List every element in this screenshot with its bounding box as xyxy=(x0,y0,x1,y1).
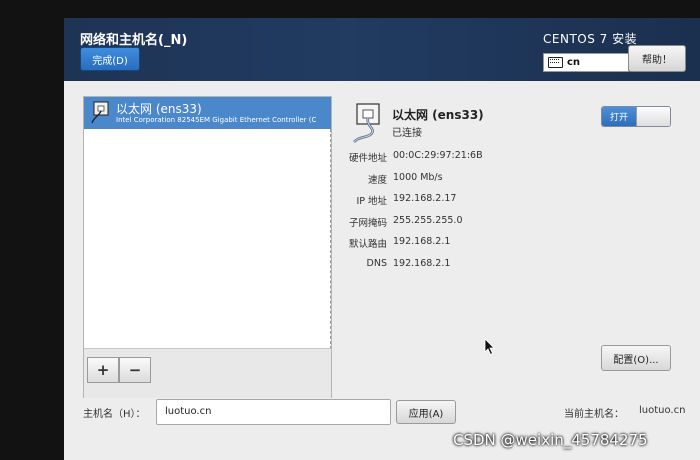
device-details: 硬件地址 00:0C:29:97:21:6B 速度 1000 Mb/s IP 地… xyxy=(334,150,594,279)
apply-button[interactable]: 应用(A) xyxy=(396,400,456,424)
remove-connection-button[interactable]: − xyxy=(119,357,151,383)
current-hostname-label: 当前主机名： xyxy=(564,409,624,420)
keyboard-layout-indicator[interactable]: cn xyxy=(543,53,629,72)
detail-value: 00:0C:29:97:21:6B xyxy=(393,150,483,161)
toggle-on-label: 打开 xyxy=(602,107,636,126)
detail-label: 硬件地址 xyxy=(348,153,387,164)
ethernet-device-icon xyxy=(353,103,380,143)
detail-row-ip-address: IP 地址 192.168.2.17 xyxy=(334,193,594,215)
detail-value: 255.255.255.0 xyxy=(393,214,463,226)
connection-name: 以太网 (ens33) xyxy=(116,102,202,116)
device-name: 以太网 (ens33) xyxy=(392,108,484,122)
done-button[interactable]: 完成(D) xyxy=(80,47,140,71)
ethernet-icon xyxy=(91,101,109,124)
detail-value: 1000 Mb/s xyxy=(393,171,443,183)
connection-list: 以太网 (ens33) Intel Corporation 82545EM Gi… xyxy=(83,96,332,398)
header-bar: 网络和主机名(_N) 完成(D) CENTOS 7 安装 cn 帮助！ xyxy=(64,18,700,81)
keyboard-icon xyxy=(548,57,563,68)
detail-label: IP 地址 xyxy=(356,196,387,207)
detail-row-default-route: 默认路由 192.168.2.1 xyxy=(334,236,594,258)
page-title: 网络和主机名(_N) xyxy=(80,33,188,48)
detail-label: DNS xyxy=(366,257,387,269)
installer-window: 网络和主机名(_N) 完成(D) CENTOS 7 安装 cn 帮助！ 以太网 … xyxy=(64,18,700,460)
watermark: CSDN @weixin_45784275 xyxy=(453,431,648,449)
device-status: 已连接 xyxy=(392,128,422,139)
toggle-knob[interactable] xyxy=(636,107,670,126)
detail-value: 192.168.2.1 xyxy=(393,257,451,269)
list-empty-area xyxy=(84,129,331,365)
product-title: CENTOS 7 安装 xyxy=(543,32,638,46)
detail-label: 子网掩码 xyxy=(348,217,387,229)
detail-value: 192.168.2.17 xyxy=(393,193,457,204)
connection-description: Intel Corporation 82545EM Gigabit Ethern… xyxy=(116,116,317,124)
detail-label: 默认路由 xyxy=(348,239,387,250)
hostname-input[interactable]: luotuo.cn xyxy=(156,399,391,425)
hostname-label: 主机名（H）： xyxy=(83,409,146,420)
current-hostname-value: luotuo.cn xyxy=(639,405,686,416)
add-connection-button[interactable]: + xyxy=(87,357,119,383)
configure-button[interactable]: 配置(O)... xyxy=(601,345,671,371)
detail-row-hardware-address: 硬件地址 00:0C:29:97:21:6B xyxy=(334,150,594,172)
mouse-cursor-icon xyxy=(484,338,495,356)
detail-row-dns: DNS 192.168.2.1 xyxy=(334,258,594,280)
detail-label: 速度 xyxy=(367,174,387,186)
list-toolbar: + − xyxy=(84,348,331,398)
detail-row-speed: 速度 1000 Mb/s xyxy=(334,172,594,194)
keyboard-layout-label: cn xyxy=(567,57,581,68)
detail-row-subnet-mask: 子网掩码 255.255.255.0 xyxy=(334,215,594,237)
connection-toggle[interactable]: 打开 xyxy=(601,106,671,127)
detail-value: 192.168.2.1 xyxy=(393,236,451,247)
list-item-ens33[interactable]: 以太网 (ens33) Intel Corporation 82545EM Gi… xyxy=(84,97,331,129)
help-button[interactable]: 帮助！ xyxy=(628,45,686,72)
list-divider xyxy=(329,129,331,349)
